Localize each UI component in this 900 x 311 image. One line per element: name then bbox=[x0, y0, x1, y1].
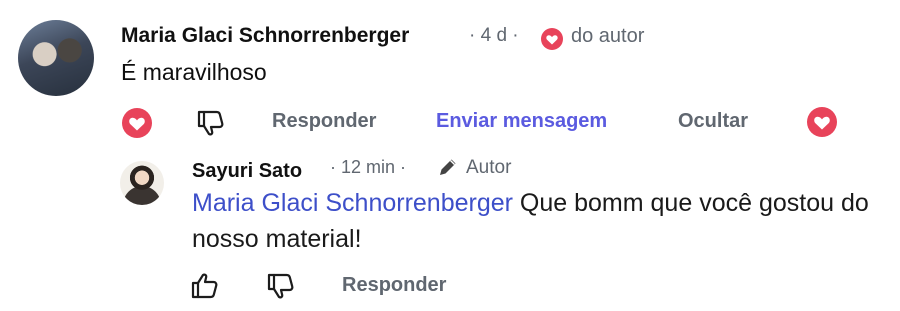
thumbs-up-icon[interactable] bbox=[188, 269, 222, 303]
send-message-button[interactable]: Enviar mensagem bbox=[436, 110, 607, 133]
heart-icon bbox=[540, 27, 564, 51]
author-role-badge: Autor bbox=[466, 157, 512, 178]
reply-button[interactable]: Responder bbox=[342, 274, 446, 297]
comment-text: É maravilhoso bbox=[121, 59, 267, 85]
heart-icon[interactable] bbox=[120, 106, 154, 140]
reply-text: Maria Glaci Schnorrenberger Que bomm que… bbox=[192, 185, 892, 257]
thumbs-down-icon[interactable] bbox=[264, 269, 298, 303]
reply-author[interactable]: Sayuri Sato bbox=[192, 160, 302, 183]
avatar[interactable] bbox=[18, 20, 94, 96]
comment-meta: · 4 d · bbox=[469, 25, 519, 46]
avatar[interactable] bbox=[120, 161, 164, 205]
thumbs-down-icon[interactable] bbox=[194, 106, 228, 140]
comment-author[interactable]: Maria Glaci Schnorrenberger bbox=[121, 24, 409, 48]
pen-icon bbox=[436, 155, 460, 179]
reply-meta: · 12 min · bbox=[330, 157, 407, 177]
reply-button[interactable]: Responder bbox=[272, 110, 376, 133]
mention-link[interactable]: Maria Glaci Schnorrenberger bbox=[192, 189, 513, 217]
heart-icon[interactable] bbox=[805, 105, 839, 139]
author-badge: do autor bbox=[571, 25, 645, 47]
hide-button[interactable]: Ocultar bbox=[678, 110, 748, 133]
